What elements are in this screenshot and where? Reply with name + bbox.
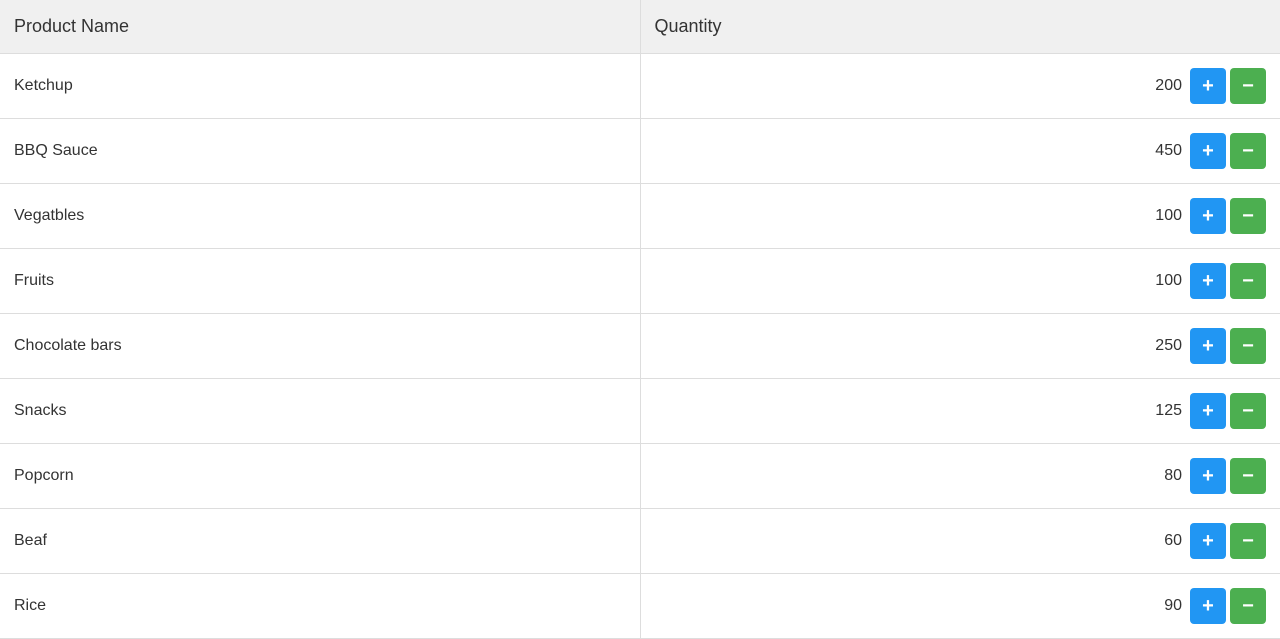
- quantity-cell: 80 +−: [640, 444, 1280, 509]
- table-header-row: Product Name Quantity: [0, 0, 1280, 54]
- decrement-button[interactable]: −: [1230, 198, 1266, 234]
- table-row: Fruits 100 +−: [0, 249, 1280, 314]
- product-name-cell: Beaf: [0, 509, 640, 574]
- quantity-cell: 100 +−: [640, 184, 1280, 249]
- product-name-cell: Vegatbles: [0, 184, 640, 249]
- quantity-cell: 200 +−: [640, 54, 1280, 119]
- table-row: Rice90+−: [0, 574, 1280, 639]
- decrement-button[interactable]: −: [1230, 133, 1266, 169]
- quantity-cell: 450 +−: [640, 119, 1280, 184]
- increment-button[interactable]: +: [1190, 133, 1226, 169]
- increment-button[interactable]: +: [1190, 523, 1226, 559]
- product-name-cell: Ketchup: [0, 54, 640, 119]
- increment-button[interactable]: +: [1190, 588, 1226, 624]
- quantity-cell: 100 +−: [640, 249, 1280, 314]
- table-row: BBQ Sauce 450 +−: [0, 119, 1280, 184]
- quantity-value: 100: [1142, 272, 1182, 290]
- product-name-header: Product Name: [0, 0, 640, 54]
- table-row: Popcorn 80 +−: [0, 444, 1280, 509]
- product-name-cell: Rice: [0, 574, 640, 639]
- table-row: Vegatbles 100 +−: [0, 184, 1280, 249]
- decrement-button[interactable]: −: [1230, 588, 1266, 624]
- quantity-cell: 90+−: [640, 574, 1280, 639]
- decrement-button[interactable]: −: [1230, 263, 1266, 299]
- quantity-cell: 125 +−: [640, 379, 1280, 444]
- decrement-button[interactable]: −: [1230, 328, 1266, 364]
- quantity-value: 60: [1142, 532, 1182, 550]
- table-row: Beaf 60 +−: [0, 509, 1280, 574]
- increment-button[interactable]: +: [1190, 198, 1226, 234]
- table-row: Ketchup 200 +−: [0, 54, 1280, 119]
- table-row: Chocolate bars 250 +−: [0, 314, 1280, 379]
- quantity-value: 250: [1142, 337, 1182, 355]
- quantity-header: Quantity: [640, 0, 1280, 54]
- product-name-cell: Popcorn: [0, 444, 640, 509]
- increment-button[interactable]: +: [1190, 393, 1226, 429]
- decrement-button[interactable]: −: [1230, 68, 1266, 104]
- product-name-cell: Chocolate bars: [0, 314, 640, 379]
- quantity-cell: 60 +−: [640, 509, 1280, 574]
- table-row: Snacks 125 +−: [0, 379, 1280, 444]
- increment-button[interactable]: +: [1190, 458, 1226, 494]
- decrement-button[interactable]: −: [1230, 458, 1266, 494]
- increment-button[interactable]: +: [1190, 328, 1226, 364]
- product-name-cell: Snacks: [0, 379, 640, 444]
- increment-button[interactable]: +: [1190, 68, 1226, 104]
- product-name-cell: Fruits: [0, 249, 640, 314]
- decrement-button[interactable]: −: [1230, 393, 1266, 429]
- inventory-table: Product Name Quantity Ketchup200+−BBQ Sa…: [0, 0, 1280, 639]
- quantity-value: 450: [1142, 142, 1182, 160]
- product-name-cell: BBQ Sauce: [0, 119, 640, 184]
- quantity-value: 100: [1142, 207, 1182, 225]
- quantity-value: 125: [1142, 402, 1182, 420]
- decrement-button[interactable]: −: [1230, 523, 1266, 559]
- increment-button[interactable]: +: [1190, 263, 1226, 299]
- quantity-value: 200: [1142, 77, 1182, 95]
- quantity-value: 80: [1142, 467, 1182, 485]
- quantity-cell: 250 +−: [640, 314, 1280, 379]
